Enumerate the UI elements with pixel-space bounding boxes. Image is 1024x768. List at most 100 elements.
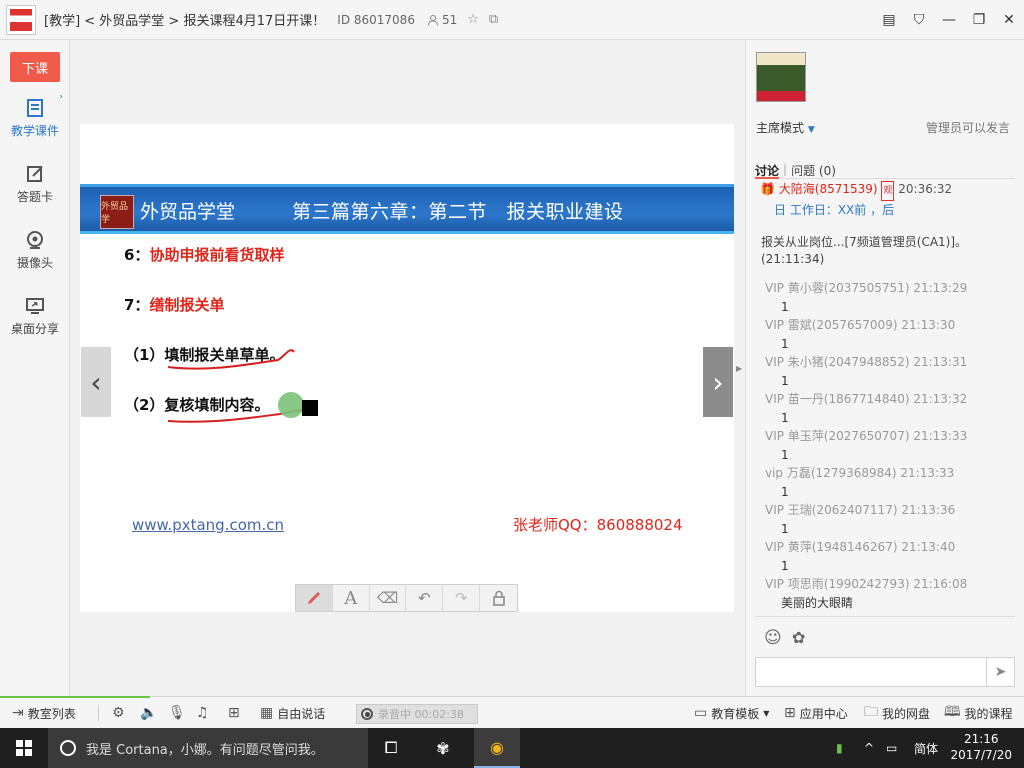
teacher-avatar[interactable] <box>756 52 806 102</box>
template-icon: ▭ <box>694 705 708 721</box>
lock-icon <box>492 590 505 606</box>
user-icon <box>427 14 438 26</box>
undo-icon: ↶ <box>418 589 431 607</box>
whiteboard-stage: 外贸品学 外贸品学堂 第三篇第六章：第二节 报关职业建设 6：协助申报前看货取样… <box>71 40 745 696</box>
message-list[interactable]: 报关从业岗位...[7频道管理员(CA1)]。(21:11:34) VIP 黄小… <box>755 236 1017 614</box>
chat-panel: 主席模式 ▼ 管理员可以发言 讨论 | 问题 (0) 🎁 大陪海(8571539… <box>745 40 1024 696</box>
pinned-message: 🎁 大陪海(8571539) 观 20:36:32 日 工作日：XX前 ，后 <box>760 180 952 219</box>
pinned-badge: 观 <box>881 181 895 201</box>
message-header[interactable]: VIP 项思雨(1990242793) 21:16:08 <box>765 576 967 593</box>
star-icon[interactable]: ☆ <box>467 12 479 27</box>
ime-indicator[interactable]: 简体 <box>914 728 938 768</box>
nav-label-courseware: 教学课件 <box>10 124 59 138</box>
pinwheel-icon: ✾ <box>436 738 450 758</box>
free-talk-icon: ▦ <box>260 705 274 721</box>
windows-logo-icon <box>16 740 32 756</box>
windows-taskbar: 我是 Cortana，小娜。有问题尽管问我。 ⧠ ✾ ◉ ▮ ^ ▭ 简体 21… <box>0 728 1024 768</box>
next-page-button[interactable]: › <box>703 347 733 417</box>
message-header[interactable]: VIP 雷斌(2057657009) 21:13:30 <box>765 317 955 334</box>
clock-date: 2017/7/20 <box>950 748 1012 762</box>
edu-template-button[interactable]: ▭ 教育模板 ▼ <box>694 697 769 729</box>
nav-item-screen-share[interactable]: 桌面分享 <box>0 296 70 337</box>
skin-icon[interactable]: ⛉ <box>904 0 934 40</box>
speaker-button[interactable]: 🔈 <box>140 697 157 729</box>
notes-icon[interactable]: ▤ <box>874 0 904 40</box>
nav-item-courseware[interactable]: 教学课件 <box>0 98 70 139</box>
flower-icon[interactable]: ✿ <box>792 628 805 647</box>
pinned-notice: 日 工作日：XX前 ，后 <box>774 203 895 217</box>
slide-contact: 张老师QQ：860888024 <box>513 516 683 534</box>
clock-time: 21:16 <box>963 732 999 746</box>
book-icon: 🕮 <box>944 704 961 720</box>
lock-tool[interactable] <box>480 585 517 611</box>
record-icon <box>361 708 373 720</box>
music-icon: ♫ <box>196 705 209 721</box>
classroom-app-icon: ◉ <box>490 737 504 757</box>
eraser-icon: ⌫ <box>376 589 399 607</box>
redo-tool[interactable]: ↷ <box>443 585 481 611</box>
send-button[interactable]: ➤ <box>986 657 1015 687</box>
tab-questions[interactable]: 问题 (0) <box>791 162 836 179</box>
message-header[interactable]: VIP 黄小蓉(2037505751) 21:13:29 <box>765 280 967 297</box>
task-view-button[interactable]: ⧠ <box>368 728 414 768</box>
emoji-icon[interactable]: ☺ <box>764 628 782 648</box>
screen-share-icon <box>26 298 44 314</box>
my-disk-button[interactable]: 🗀 我的网盘 <box>864 697 930 729</box>
message-header[interactable]: VIP 黄萍(1948146267) 21:13:40 <box>765 539 955 556</box>
settings-button[interactable]: ⚙ <box>112 697 125 729</box>
mode-select[interactable]: 主席模式 ▼ <box>756 119 815 136</box>
mic-button[interactable]: 🎙 <box>168 697 186 729</box>
bottom-bar: ⇥ 教室列表 ⚙ 🔈 🎙 ♫ ⊞ ▦ 自由说话 录音中 00:02:38 ▭ 教… <box>0 696 1024 728</box>
microphone-icon: 🎙 <box>168 705 186 721</box>
member-count[interactable]: 51 <box>427 13 457 27</box>
music-button[interactable]: ♫ <box>196 697 209 729</box>
mixer-button[interactable]: ⊞ <box>228 697 240 729</box>
free-talk-button[interactable]: ▦ 自由说话 <box>260 697 325 729</box>
nav-item-answer-card[interactable]: 答题卡 <box>0 164 70 205</box>
list-item: VIP 黄萍(1948146267) 21:13:40 1 <box>765 539 955 575</box>
pen-tool[interactable] <box>296 585 333 611</box>
end-class-button[interactable]: 下课 <box>10 52 60 82</box>
message-header[interactable]: VIP 苗一丹(1867714840) 21:13:32 <box>765 391 967 408</box>
message-body: 1 <box>781 559 789 573</box>
message-header[interactable]: VIP 单玉萍(2027650707) 21:13:33 <box>765 428 967 445</box>
list-item: VIP 项思雨(1990242793) 21:16:08 美丽的大眼睛 <box>765 576 967 612</box>
message-header[interactable]: vip 万磊(1279368984) 21:13:33 <box>765 465 954 482</box>
battery-icon[interactable]: ▮ <box>836 728 843 768</box>
left-nav: 下课 › 教学课件 答题卡 摄像头 桌面分享 <box>0 40 70 696</box>
undo-tool[interactable]: ↶ <box>406 585 444 611</box>
eraser-tool[interactable]: ⌫ <box>370 585 407 611</box>
list-item: VIP 雷斌(2057657009) 21:13:30 1 <box>765 317 955 353</box>
copy-link-icon[interactable]: ⧉ <box>489 12 498 27</box>
restore-button[interactable]: ❐ <box>964 0 994 40</box>
pointer-marker <box>302 400 318 416</box>
app-center-button[interactable]: ⊞ 应用中心 <box>784 697 848 729</box>
courseware-slide[interactable]: 外贸品学 外贸品学堂 第三篇第六章：第二节 报关职业建设 6：协助申报前看货取样… <box>80 124 734 612</box>
minimize-button[interactable]: — <box>934 0 964 40</box>
collapse-panel-icon[interactable]: ▶ <box>736 364 742 373</box>
prev-page-button[interactable]: ‹ <box>81 347 111 417</box>
start-button[interactable] <box>0 728 48 768</box>
slide-line-7: 7：缮制报关单 <box>124 296 225 314</box>
classroom-list-button[interactable]: ⇥ 教室列表 <box>12 697 76 729</box>
message-header[interactable]: VIP 朱小猪(2047948852) 21:13:31 <box>765 354 967 371</box>
task-view-icon: ⧠ <box>384 738 398 757</box>
nav-item-camera[interactable]: 摄像头 <box>0 230 70 271</box>
system-clock[interactable]: 21:16 2017/7/20 <box>950 731 1012 763</box>
network-icon[interactable]: ▭ <box>886 728 897 768</box>
apps-icon: ⊞ <box>784 705 796 721</box>
message-header[interactable]: VIP 王瑞(2062407117) 21:13:36 <box>765 502 955 519</box>
close-button[interactable]: ✕ <box>994 0 1024 40</box>
slide-item-2: （2）复核填制内容。 <box>124 396 270 414</box>
classroom-app-button[interactable]: ◉ <box>474 728 520 768</box>
text-tool[interactable]: A <box>333 585 370 611</box>
chevron-left-icon: ‹ <box>90 365 102 399</box>
text-icon: A <box>344 587 358 609</box>
chevron-up-icon[interactable]: ^ <box>864 728 874 768</box>
pinned-sender[interactable]: 大陪海(8571539) <box>779 182 878 196</box>
chat-input[interactable] <box>755 657 987 687</box>
cortana-search[interactable]: 我是 Cortana，小娜。有问题尽管问我。 <box>48 728 368 768</box>
my-courses-button[interactable]: 🕮 我的课程 <box>944 697 1013 729</box>
recording-status[interactable]: 录音中 00:02:38 <box>356 704 478 724</box>
pinwheel-app-button[interactable]: ✾ <box>420 728 466 768</box>
